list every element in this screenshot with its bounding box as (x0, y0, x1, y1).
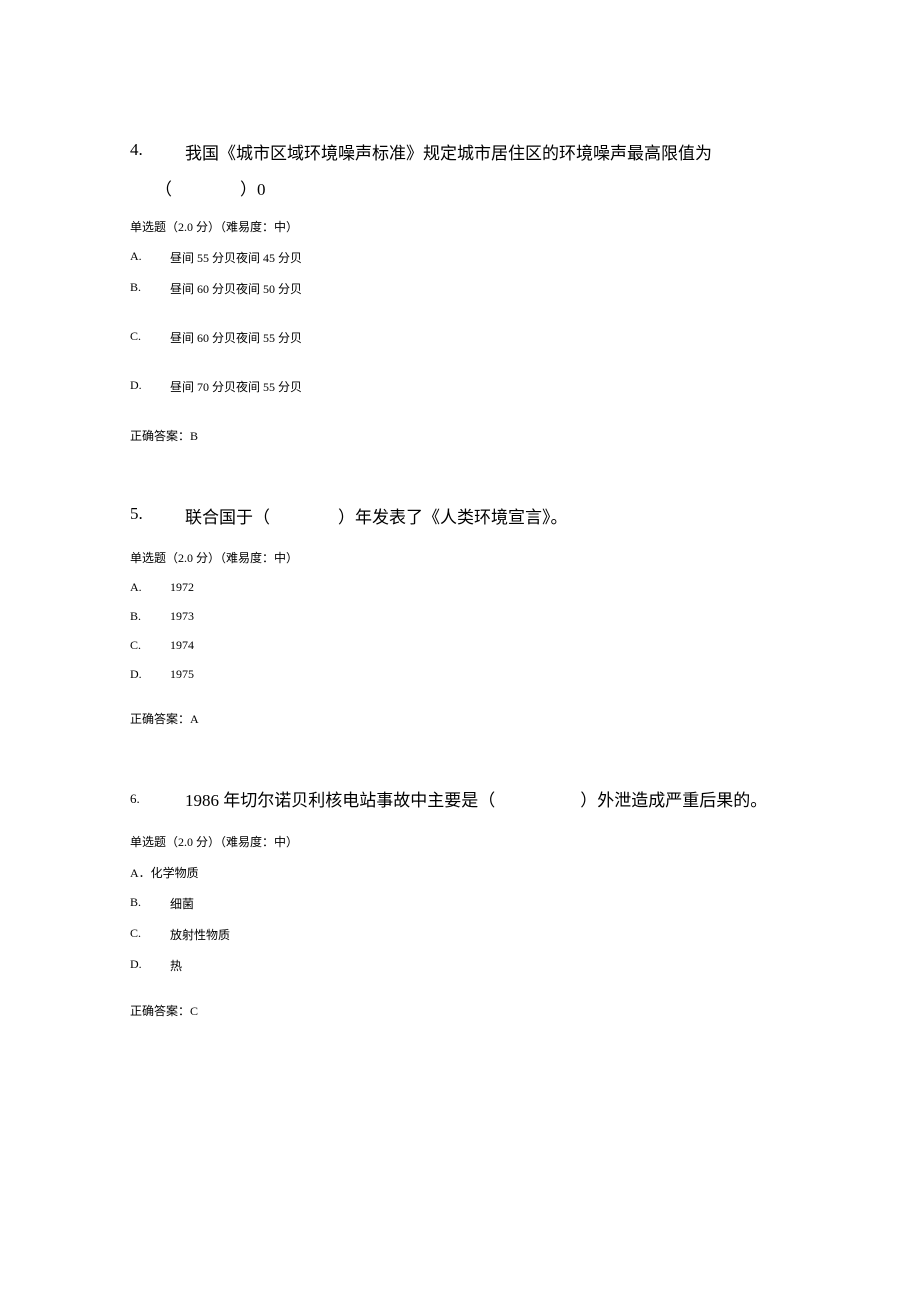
page-content: 4. 我国《城市区域环境噪声标准》规定城市居住区的环境噪声最高限值为 （ ）0 … (0, 0, 920, 1179)
option-text: 热 (170, 957, 790, 974)
option-c: C. 放射性物质 (130, 926, 790, 943)
option-text: 昼间 55 分贝夜间 45 分贝 (170, 249, 790, 266)
question-header: 4. 我国《城市区域环境噪声标准》规定城市居住区的环境噪声最高限值为 (130, 140, 790, 167)
option-text: 昼间 60 分贝夜间 55 分贝 (170, 329, 790, 346)
option-c: C. 昼间 60 分贝夜间 55 分贝 (130, 329, 790, 346)
question-header: 5. 联合国于（ ）年发表了《人类环境宣言》。 (130, 504, 790, 531)
question-subtext: （ ）0 (155, 175, 790, 200)
option-d: D. 昼间 70 分贝夜间 55 分贝 (130, 378, 790, 395)
option-text: 1974 (170, 638, 790, 653)
option-a: A. 1972 (130, 580, 790, 595)
option-text: 1975 (170, 667, 790, 682)
question-number: 5. (130, 504, 185, 524)
option-b: B. 细菌 (130, 895, 790, 912)
option-text: 昼间 70 分贝夜间 55 分贝 (170, 378, 790, 395)
option-text: 化学物质 (151, 864, 199, 881)
option-letter: B. (130, 280, 170, 297)
option-d: D. 热 (130, 957, 790, 974)
question-5: 5. 联合国于（ ）年发表了《人类环境宣言》。 单选题（2.0 分）（难易度：中… (130, 504, 790, 727)
option-letter: A. (130, 580, 170, 595)
option-text: 昼间 60 分贝夜间 50 分贝 (170, 280, 790, 297)
question-4: 4. 我国《城市区域环境噪声标准》规定城市居住区的环境噪声最高限值为 （ ）0 … (130, 140, 790, 444)
option-letter: A． (130, 864, 151, 881)
correct-answer: 正确答案：A (130, 710, 790, 727)
option-b: B. 1973 (130, 609, 790, 624)
option-a: A．化学物质 (130, 864, 790, 881)
question-meta: 单选题（2.0 分）（难易度：中） (130, 549, 790, 566)
option-letter: B. (130, 609, 170, 624)
option-letter: C. (130, 329, 170, 346)
option-d: D. 1975 (130, 667, 790, 682)
option-letter: A. (130, 249, 170, 266)
option-text: 1972 (170, 580, 790, 595)
question-number: 4. (130, 140, 185, 160)
question-text: 联合国于（ ）年发表了《人类环境宣言》。 (185, 504, 790, 531)
question-header: 6. 1986 年切尔诺贝利核电站事故中主要是（ ）外泄造成严重后果的。 (130, 787, 790, 814)
question-number: 6. (130, 787, 185, 807)
option-letter: D. (130, 957, 170, 974)
option-a: A. 昼间 55 分贝夜间 45 分贝 (130, 249, 790, 266)
option-letter: D. (130, 378, 170, 395)
question-meta: 单选题（2.0 分）（难易度：中） (130, 833, 790, 850)
option-letter: B. (130, 895, 170, 912)
option-letter: C. (130, 926, 170, 943)
correct-answer: 正确答案：B (130, 427, 790, 444)
question-meta: 单选题（2.0 分）（难易度：中） (130, 218, 790, 235)
option-text: 放射性物质 (170, 926, 790, 943)
option-letter: C. (130, 638, 170, 653)
question-text: 1986 年切尔诺贝利核电站事故中主要是（ ）外泄造成严重后果的。 (185, 787, 790, 814)
option-b: B. 昼间 60 分贝夜间 50 分贝 (130, 280, 790, 297)
question-text: 我国《城市区域环境噪声标准》规定城市居住区的环境噪声最高限值为 (185, 140, 790, 167)
option-text: 1973 (170, 609, 790, 624)
option-text: 细菌 (170, 895, 790, 912)
question-6: 6. 1986 年切尔诺贝利核电站事故中主要是（ ）外泄造成严重后果的。 单选题… (130, 787, 790, 1018)
option-letter: D. (130, 667, 170, 682)
correct-answer: 正确答案：C (130, 1002, 790, 1019)
option-c: C. 1974 (130, 638, 790, 653)
